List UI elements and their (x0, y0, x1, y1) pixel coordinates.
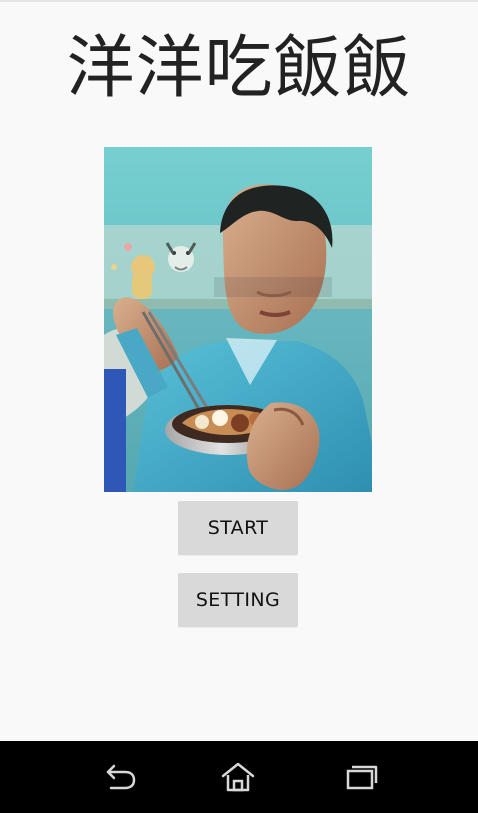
navigation-bar (0, 741, 478, 813)
app-window: 洋洋吃飯飯 START SETTING (0, 0, 478, 741)
back-icon (106, 764, 136, 790)
home-button[interactable] (208, 753, 268, 801)
phone-screen: 洋洋吃飯飯 START SETTING (0, 0, 478, 813)
start-button[interactable]: START (178, 501, 298, 555)
photo-image (104, 147, 372, 492)
recents-icon (346, 765, 378, 790)
page-title: 洋洋吃飯飯 (66, 29, 412, 108)
top-divider (0, 0, 478, 2)
recents-button[interactable] (328, 753, 388, 801)
eating-photo (104, 147, 372, 492)
setting-button[interactable]: SETTING (178, 573, 298, 627)
back-button[interactable] (88, 753, 148, 801)
home-icon (221, 762, 255, 792)
